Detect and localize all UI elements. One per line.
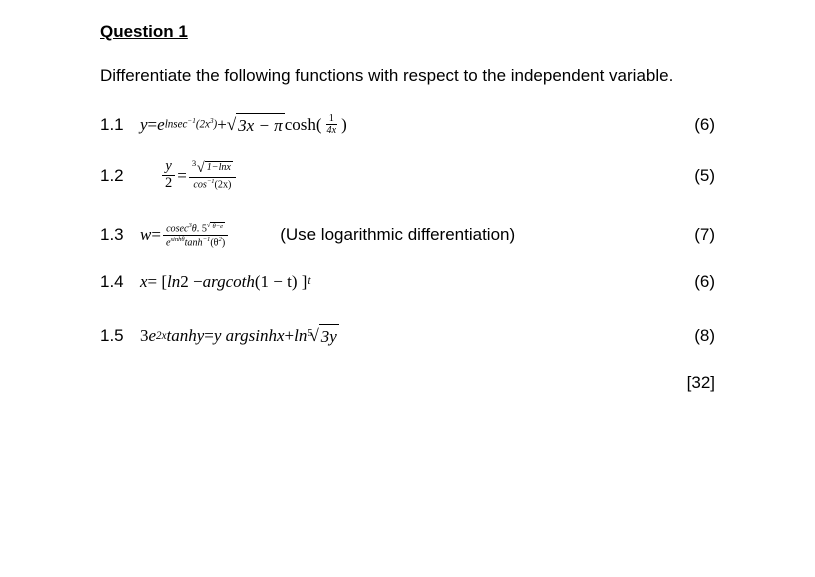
q-number: 1.5: [100, 324, 140, 348]
rhs1: y argsinhx: [214, 324, 285, 348]
q-marks: (5): [665, 164, 715, 188]
paren: (1 − t) ]: [255, 270, 308, 294]
two-minus: 2 −: [180, 270, 202, 294]
q-number: 1.4: [100, 270, 140, 294]
q-marks: (6): [665, 270, 715, 294]
q-marks: (6): [665, 113, 715, 137]
hint-text: (Use logarithmic differentiation): [280, 223, 515, 247]
sqrt-body: 3x − π: [236, 113, 285, 138]
sqrt-body: 3y: [319, 324, 339, 349]
sqrt-body: 1−lnx: [205, 161, 233, 173]
frac-den: 4x: [324, 125, 340, 136]
equals: =: [151, 223, 161, 247]
question-1-2: 1.2 y 2 = 3 1−lnx cos−1(2x) (5): [100, 159, 715, 192]
frac-num: cosec3θ. 5θ−e: [163, 222, 228, 235]
q-expression: y 2 = 3 1−lnx cos−1(2x): [140, 159, 665, 192]
exp-text: lnsec: [165, 119, 188, 131]
q-marks: (8): [665, 324, 715, 348]
sqrt: 3x − π: [227, 113, 285, 138]
root-index: 3: [192, 158, 196, 168]
ln: ln: [294, 324, 307, 348]
cos: cos: [193, 179, 206, 190]
arg-open: (θ: [210, 237, 218, 248]
q-number: 1.2: [100, 164, 140, 188]
cosh: cosh(: [285, 113, 322, 137]
root-index: 5: [307, 327, 312, 341]
sqrt-symbol: [197, 161, 205, 177]
fraction-lhs: y 2: [162, 159, 175, 192]
sup: −1: [207, 178, 215, 185]
cosh-text: cosh(: [285, 115, 322, 134]
var-x: x: [140, 270, 148, 294]
ln: ln: [167, 270, 180, 294]
sup-t: t: [307, 274, 310, 289]
arg: (2x): [215, 179, 232, 190]
tanhy: tanhy: [166, 324, 204, 348]
tanh: tanh: [185, 237, 203, 248]
frac-num: 3 1−lnx: [189, 161, 236, 178]
plus: +: [217, 113, 227, 137]
argcoth: argcoth: [203, 270, 255, 294]
question-1-5: 1.5 3e2xtanhy = y argsinhx + ln 5 3y (8): [100, 324, 715, 349]
fraction: cosec3θ. 5θ−e esinhθtanh−1(θ2): [163, 222, 228, 248]
equals-bracket: = [: [148, 270, 168, 294]
frac-num: y: [162, 159, 174, 176]
var-y: y: [140, 113, 148, 137]
equals: =: [148, 113, 158, 137]
sinh-sup: sinhθ: [170, 236, 184, 243]
sup-sqrt: θ−e: [207, 222, 225, 229]
sqrt: 1−lnx: [197, 161, 233, 177]
q-number: 1.1: [100, 113, 140, 137]
e: e: [149, 324, 157, 348]
exp-text2: (2x: [196, 119, 210, 131]
frac-den: esinhθtanh−1(θ2): [163, 236, 228, 248]
frac-den: cos−1(2x): [190, 178, 234, 190]
equals: =: [204, 324, 214, 348]
total-marks: [32]: [687, 371, 715, 395]
frac-den: 2: [162, 176, 175, 192]
sqrt: 3y: [309, 324, 338, 349]
close-paren: ): [341, 113, 347, 137]
sqrt-body: θ−e: [210, 222, 225, 230]
sqrt-symbol: [227, 113, 236, 137]
var-w: w: [140, 223, 151, 247]
total-row: [32]: [100, 371, 715, 395]
equals: =: [177, 164, 187, 188]
arg-close: ): [222, 237, 225, 248]
exponent: lnsec−1(2x3): [165, 116, 218, 133]
frac-num: 1: [326, 113, 337, 125]
plus: +: [285, 324, 295, 348]
question-1-4: 1.4 x = [ ln 2 − argcoth (1 − t) ] t (6): [100, 270, 715, 294]
sup-2x: 2x: [156, 329, 166, 344]
q-expression: y = e lnsec−1(2x3) + 3x − π cosh( 1 4x ): [140, 113, 665, 138]
question-title: Question 1: [100, 20, 715, 44]
question-1-1: 1.1 y = e lnsec−1(2x3) + 3x − π cosh( 1 …: [100, 113, 715, 138]
q-number: 1.3: [100, 223, 140, 247]
exp-sup: −1: [187, 117, 195, 125]
fraction: 1 4x: [324, 113, 340, 136]
question-1-3: 1.3 w = cosec3θ. 5θ−e esinhθtanh−1(θ2) (…: [100, 222, 715, 248]
three: 3: [140, 324, 149, 348]
q-expression: x = [ ln 2 − argcoth (1 − t) ] t: [140, 270, 665, 294]
question-intro: Differentiate the following functions wi…: [100, 64, 715, 88]
base-e: e: [157, 113, 165, 137]
q-expression: w = cosec3θ. 5θ−e esinhθtanh−1(θ2) (Use …: [140, 222, 665, 248]
dot: . 5: [197, 224, 207, 235]
cosec: cosec: [166, 224, 188, 235]
fraction-rhs: 3 1−lnx cos−1(2x): [189, 161, 236, 190]
q-expression: 3e2xtanhy = y argsinhx + ln 5 3y: [140, 324, 665, 349]
q-marks: (7): [665, 223, 715, 247]
